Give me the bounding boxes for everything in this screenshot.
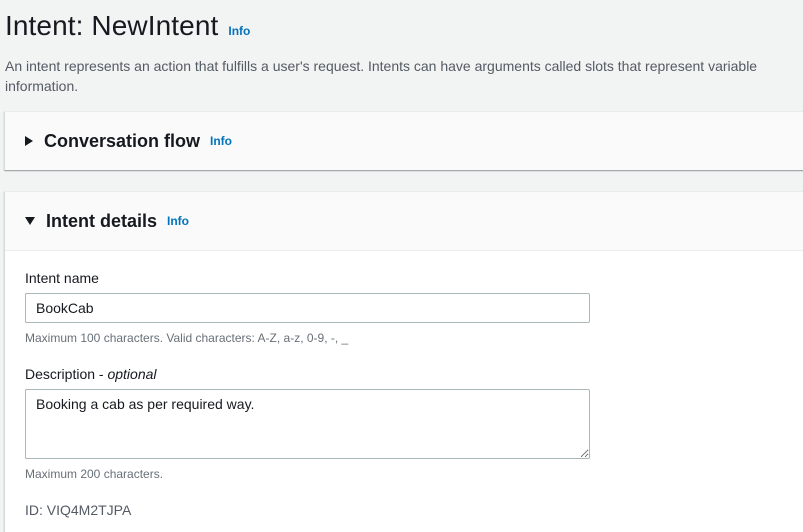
description-label-text: Description - [25,366,108,382]
caret-right-icon [25,136,33,146]
page-header: Intent: NewIntent Info An intent represe… [5,8,795,96]
caret-down-icon [25,217,35,225]
conversation-flow-panel: Conversation flow Info [4,111,803,170]
conversation-flow-title: Conversation flow [44,130,201,151]
intent-details-info-link[interactable]: Info [167,214,189,228]
conversation-flow-header[interactable]: Conversation flow Info [5,112,803,170]
page-description: An intent represents an action that fulf… [5,58,758,94]
description-label: Description - optional [25,364,784,384]
intent-name-constraint: Maximum 100 characters. Valid characters… [25,331,349,345]
description-constraint: Maximum 200 characters. [25,467,164,481]
conversation-flow-info-link[interactable]: Info [210,134,232,148]
description-optional-text: optional [107,366,157,382]
intent-details-title: Intent details [46,210,158,231]
page-title: Intent: NewIntent [5,10,219,41]
intent-id-text: ID: VIQ4M2TJPA [25,502,132,518]
description-textarea[interactable]: Booking a cab as per required way. [25,389,590,459]
intent-details-panel: Intent details Info Intent name Maximum … [4,191,803,532]
intent-name-label: Intent name [25,270,99,286]
intent-details-header[interactable]: Intent details Info [5,192,803,250]
intent-name-input[interactable] [25,293,590,323]
page-info-link[interactable]: Info [228,24,250,38]
intent-details-body: Intent name Maximum 100 characters. Vali… [5,250,803,520]
title-row: Intent: NewIntent Info [5,8,795,44]
